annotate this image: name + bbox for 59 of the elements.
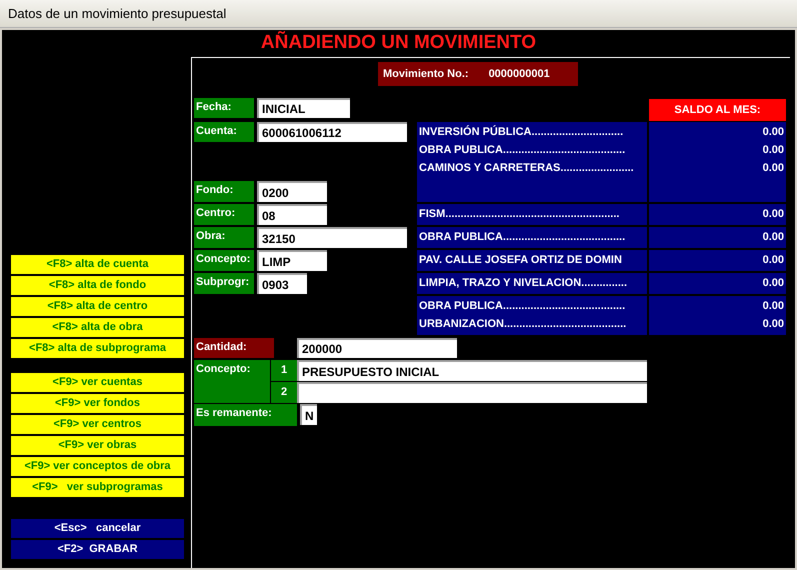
balance-amount: 0.00 <box>762 143 784 158</box>
shortcut-button[interactable]: <F2> GRABAR <box>11 540 184 559</box>
shortcut-button[interactable]: <F9> ver fondos <box>11 394 184 413</box>
text-field[interactable]: 08 <box>257 204 327 225</box>
field-label: Concepto: <box>194 250 254 271</box>
account-name: URBANIZACION........................................ <box>419 317 628 332</box>
field-label: Fecha: <box>194 98 254 118</box>
field-label: Fondo: <box>194 181 254 202</box>
line-number: 2 <box>270 382 297 403</box>
concept-field[interactable] <box>297 382 647 403</box>
balance-amount: 0.00 <box>762 230 784 245</box>
account-name: OBRA PUBLICA........................................ <box>419 143 626 158</box>
concept-field[interactable]: PRESUPUESTO INICIAL <box>297 360 647 381</box>
account-name: INVERSIÓN PÚBLICA.............................. <box>419 124 624 140</box>
text-field[interactable]: 600061006112 <box>257 122 407 142</box>
text-field[interactable]: 0200 <box>257 181 327 202</box>
text-field[interactable]: 32150 <box>257 227 407 248</box>
movement-number: 0000000001 <box>488 66 550 82</box>
field-label: Concepto: <box>194 360 270 403</box>
field-label: Cuenta: <box>194 122 254 142</box>
text-field[interactable]: LIMP <box>257 250 327 271</box>
shortcut-button[interactable]: <F8> alta de centro <box>11 297 184 316</box>
balance-amount: 0.00 <box>762 253 784 268</box>
account-name: PAV. CALLE JOSEFA ORTIZ DE DOMIN <box>419 253 623 268</box>
balance-amount: 0.00 <box>762 125 784 140</box>
shortcut-button[interactable]: <F9> ver cuentas <box>11 373 184 392</box>
balance-amount: 0.00 <box>762 161 784 176</box>
amount-field[interactable]: 200000 <box>297 338 457 358</box>
shortcut-button[interactable]: <F9> ver obras <box>11 436 184 455</box>
line-number: 1 <box>270 360 297 381</box>
shortcut-button[interactable]: <F9> ver subprogramas <box>11 478 184 497</box>
field-label: Es remanente: <box>194 404 297 426</box>
movement-label: Movimiento No.: <box>383 66 469 82</box>
shortcut-button[interactable]: <Esc> cancelar <box>11 519 184 538</box>
shortcut-button[interactable]: <F8> alta de subprograma <box>11 339 184 358</box>
shortcut-button[interactable]: <F9> ver centros <box>11 415 184 434</box>
field-label: Cantidad: <box>194 338 274 358</box>
field-label: Centro: <box>194 204 254 225</box>
account-name: FISM......................................................... <box>419 207 620 222</box>
account-name: OBRA PUBLICA........................................ <box>419 299 626 314</box>
balance-amount: 0.00 <box>762 276 784 291</box>
form-heading: AÑADIENDO UN MOVIMIENTO <box>260 30 536 56</box>
text-field[interactable]: INICIAL <box>257 98 350 118</box>
account-name: CAMINOS Y CARRETERAS........................ <box>419 161 635 176</box>
field-label: Subprogr: <box>194 273 254 294</box>
shortcut-button[interactable]: <F9> ver conceptos de obra <box>11 457 184 476</box>
remnant-field[interactable]: N <box>300 404 317 425</box>
field-label: Obra: <box>194 227 254 248</box>
window-title: Datos de un movimiento presupuestal <box>8 4 226 23</box>
balance-amount: 0.00 <box>762 317 784 332</box>
shortcut-button[interactable]: <F8> alta de fondo <box>11 276 184 295</box>
balance-amount: 0.00 <box>762 299 784 314</box>
text-field[interactable]: 0903 <box>257 273 307 294</box>
balance-amount: 0.00 <box>762 207 784 222</box>
account-name: LIMPIA, TRAZO Y NIVELACION............... <box>419 276 628 291</box>
shortcut-button[interactable]: <F8> alta de cuenta <box>11 255 184 274</box>
balance-header: SALDO AL MES: <box>649 99 786 121</box>
account-name: OBRA PUBLICA........................................ <box>419 230 626 245</box>
shortcut-button[interactable]: <F8> alta de obra <box>11 318 184 337</box>
